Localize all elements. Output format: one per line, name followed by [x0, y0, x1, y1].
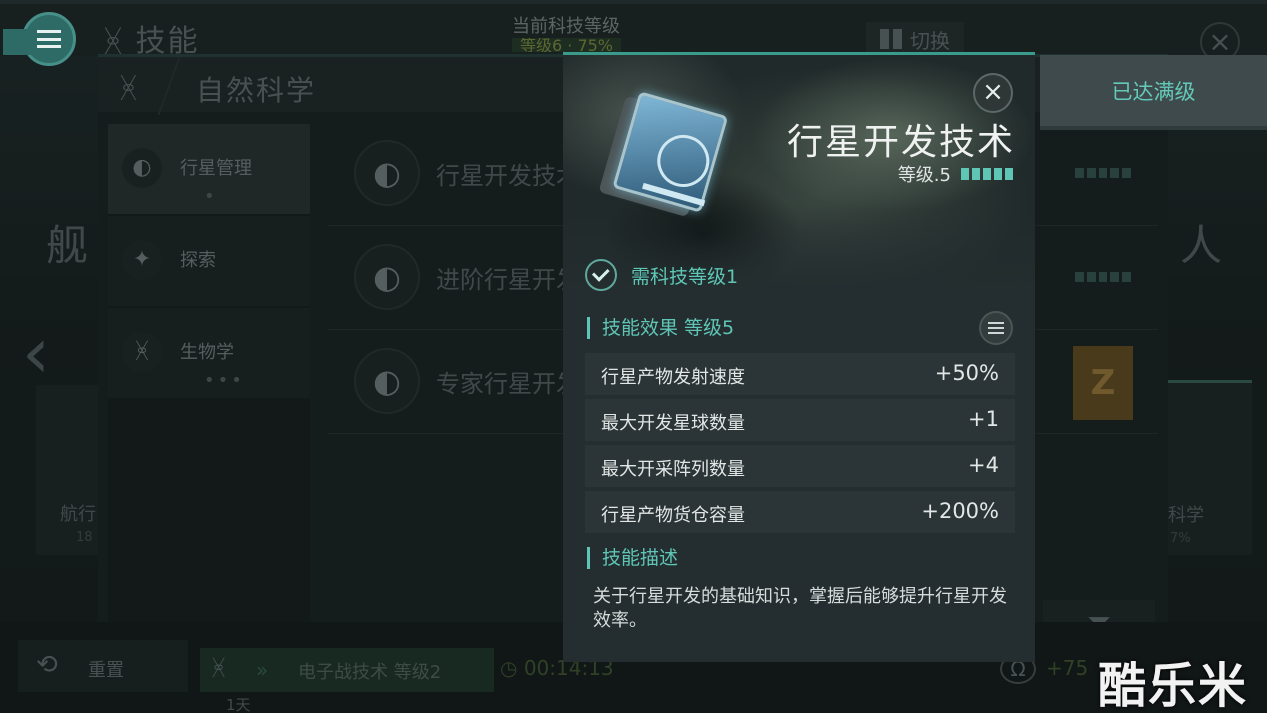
level-pip — [972, 168, 980, 180]
level-pips — [961, 168, 1013, 180]
skill-detail-popup: × 行星开发技术 等级.5 需科技等级1 技能效果 等级5 行星产物发射速度 +… — [563, 52, 1035, 662]
effect-value: +4 — [968, 453, 999, 477]
level-pip — [983, 168, 991, 180]
requirement-text: 需科技等级1 — [631, 265, 739, 288]
effect-value: +200% — [921, 499, 999, 523]
list-icon[interactable] — [979, 311, 1013, 345]
main-menu-button[interactable] — [3, 12, 76, 66]
effect-value: +1 — [968, 407, 999, 431]
max-level-button[interactable]: 已达满级 — [1040, 55, 1267, 130]
effects-header: 技能效果 等级5 — [587, 317, 734, 339]
effect-row: 最大开发星球数量 +1 — [585, 399, 1015, 441]
effect-row: 行星产物发射速度 +50% — [585, 353, 1015, 395]
skill-level: 等级.5 — [898, 161, 1013, 187]
effect-name: 最大开发星球数量 — [601, 413, 745, 434]
level-pip — [1005, 168, 1013, 180]
requirement-row: 需科技等级1 — [585, 259, 738, 291]
skill-description: 关于行星开发的基础知识，掌握后能够提升行星开发效率。 — [593, 586, 1007, 631]
watermark-logo: 酷乐米 — [1098, 658, 1249, 713]
description-header: 技能描述 — [587, 547, 678, 569]
skill-level-label: 等级.5 — [897, 165, 951, 186]
effect-row: 最大开采阵列数量 +4 — [585, 445, 1015, 487]
close-icon[interactable]: × — [973, 73, 1013, 113]
effect-name: 行星产物发射速度 — [601, 367, 745, 388]
effect-name: 行星产物货仓容量 — [601, 505, 745, 526]
effect-value: +50% — [934, 361, 999, 385]
effect-row: 行星产物货仓容量 +200% — [585, 491, 1015, 533]
effect-name: 最大开采阵列数量 — [601, 459, 745, 480]
skill-title: 行星开发技术 — [786, 122, 1015, 163]
level-pip — [961, 168, 969, 180]
hamburger-icon — [37, 30, 61, 48]
check-icon — [585, 259, 617, 291]
level-pip — [994, 168, 1002, 180]
